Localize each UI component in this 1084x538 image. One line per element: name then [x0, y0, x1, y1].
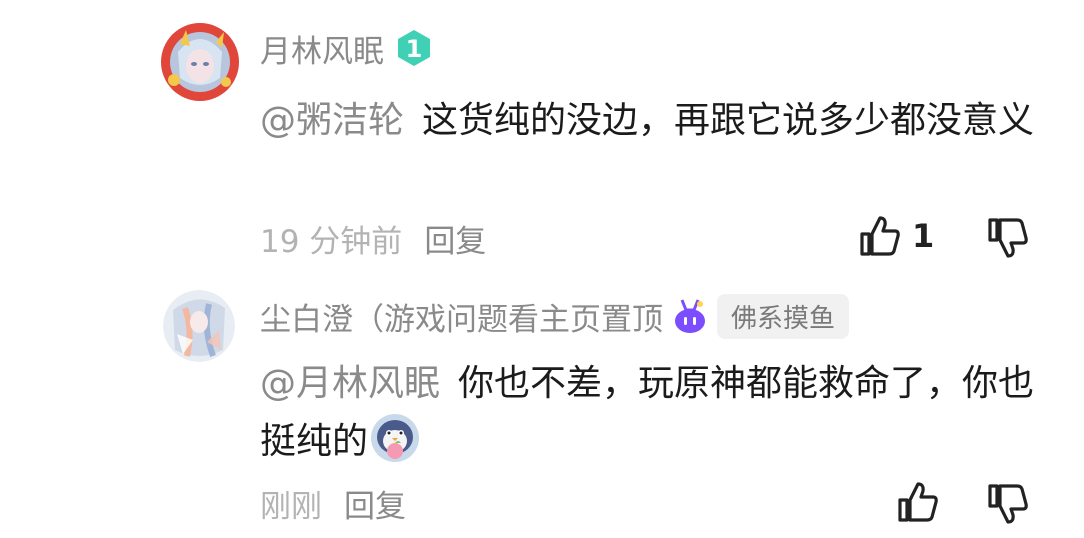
like-count: 1: [912, 217, 935, 255]
comment-meta: 19 分钟前 回复: [260, 216, 486, 261]
penguin-peach-emoji-icon: [370, 413, 420, 463]
thumbs-up-icon: [860, 216, 900, 256]
like-button[interactable]: 1: [858, 214, 934, 258]
dislike-button[interactable]: [986, 482, 1030, 530]
thumbs-down-icon: [988, 218, 1028, 258]
reply-button[interactable]: 回复: [424, 216, 486, 261]
comment-text: 这货纯的没边，再跟它说多少都没意义: [422, 100, 1035, 141]
timestamp: 19 分钟前: [260, 223, 403, 260]
level-badge-icon: 1: [394, 28, 434, 68]
comment-meta: 刚刚 回复: [260, 481, 406, 526]
thumbs-up-icon: [898, 482, 938, 522]
reply-button[interactable]: 回复: [344, 481, 406, 526]
comment-body: @粥洁轮 这货纯的没边，再跟它说多少都没意义: [260, 92, 1050, 150]
thumbs-down-icon: [988, 484, 1028, 524]
username[interactable]: 尘白澄（游戏问题看主页置顶: [260, 294, 663, 339]
dislike-button[interactable]: [986, 216, 1030, 264]
mention-link[interactable]: @月林风眠: [260, 363, 440, 404]
username[interactable]: 月林风眠: [260, 26, 384, 71]
username-row: 月林风眠 1: [260, 26, 434, 71]
username-row: 尘白澄（游戏问题看主页置顶 佛系摸鱼: [260, 293, 850, 339]
user-avatar[interactable]: [160, 22, 240, 102]
timestamp: 刚刚: [260, 488, 322, 525]
svg-text:1: 1: [406, 35, 423, 63]
comment-body: @月林风眠 你也不差，玩原神都能救命了，你也挺纯的: [260, 355, 1050, 471]
user-avatar[interactable]: [163, 290, 235, 362]
user-tag: 佛系摸鱼: [717, 293, 850, 339]
mention-link[interactable]: @粥洁轮: [260, 100, 404, 141]
like-button[interactable]: [896, 480, 940, 524]
bunny-vip-icon: [673, 298, 707, 334]
